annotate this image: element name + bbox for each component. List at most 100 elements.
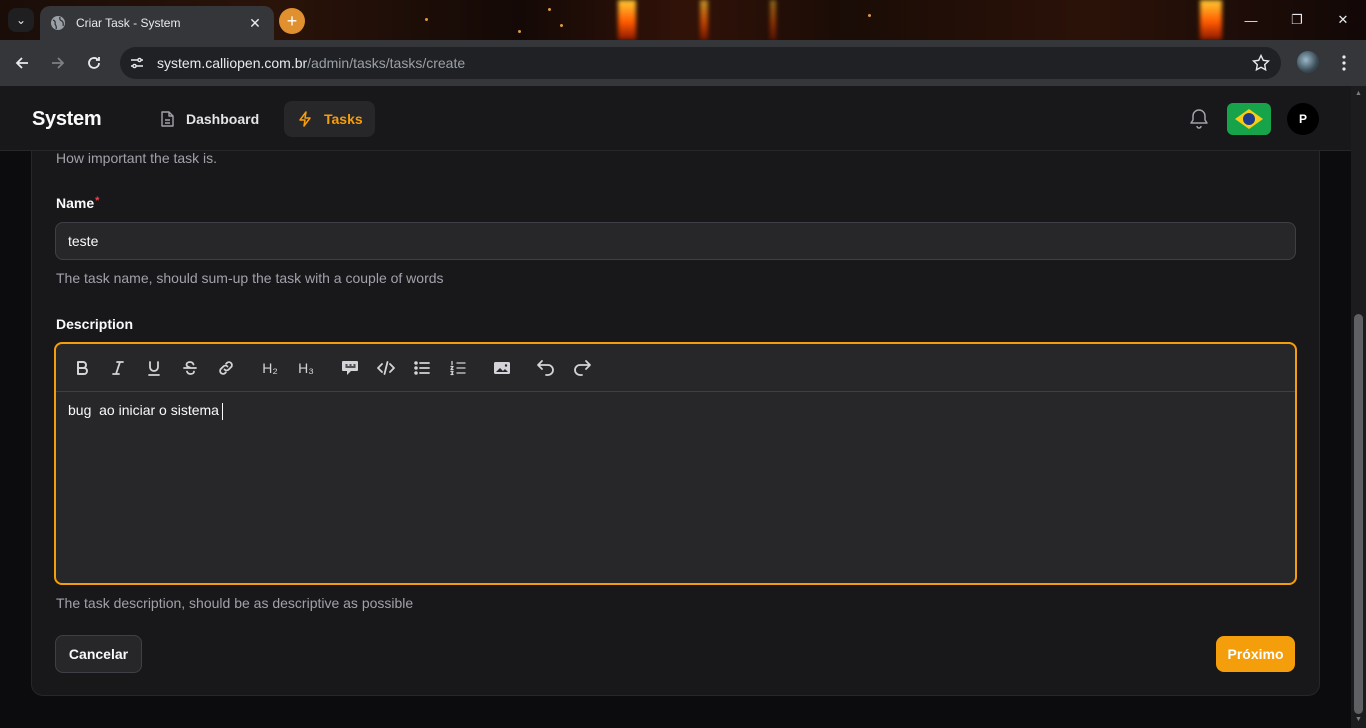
link-icon bbox=[219, 361, 233, 375]
redo-icon bbox=[574, 360, 591, 376]
required-mark: * bbox=[95, 195, 100, 207]
new-tab-button[interactable]: + bbox=[279, 8, 305, 34]
tab-search-button[interactable]: ⌄ bbox=[8, 8, 34, 32]
blockquote-icon bbox=[342, 361, 358, 375]
underline-icon bbox=[148, 361, 160, 376]
image-icon bbox=[494, 362, 510, 374]
browser-tab[interactable]: Criar Task - System ✕ bbox=[40, 6, 274, 40]
background-spark bbox=[548, 8, 551, 11]
editor-content[interactable]: bug ao iniciar o sistema bbox=[56, 392, 1295, 430]
link-button[interactable] bbox=[214, 356, 238, 380]
browser-profile-avatar[interactable] bbox=[1297, 51, 1319, 73]
restore-icon: ❐ bbox=[1291, 12, 1303, 27]
close-window-button[interactable]: ✕ bbox=[1320, 8, 1366, 32]
minimize-icon: — bbox=[1244, 12, 1258, 28]
redo-button[interactable] bbox=[570, 356, 594, 380]
nav-item-tasks[interactable]: Tasks bbox=[284, 101, 375, 137]
brazil-flag-icon bbox=[1235, 109, 1263, 129]
address-bar[interactable]: system.calliopen.com.br/admin/tasks/task… bbox=[120, 47, 1281, 79]
site-info-button[interactable] bbox=[125, 51, 149, 75]
undo-button[interactable] bbox=[534, 356, 558, 380]
flag-globe bbox=[1243, 113, 1255, 125]
bookmark-star-icon[interactable] bbox=[1251, 53, 1271, 73]
bolt-icon bbox=[299, 111, 311, 127]
heading-2-button[interactable]: H₂ bbox=[258, 356, 282, 380]
plus-icon: + bbox=[286, 10, 298, 31]
name-input-value: teste bbox=[68, 233, 99, 249]
restore-button[interactable]: ❐ bbox=[1274, 8, 1320, 32]
heading-3-button[interactable]: H₃ bbox=[294, 356, 318, 380]
forward-button[interactable] bbox=[46, 51, 70, 75]
language-switcher[interactable] bbox=[1227, 103, 1271, 135]
reload-button[interactable] bbox=[82, 51, 106, 75]
app-header: System Dashboard Tasks P bbox=[0, 86, 1351, 151]
next-button[interactable]: Próximo bbox=[1216, 636, 1295, 672]
arrow-right-icon bbox=[52, 57, 65, 69]
description-text: bug ao iniciar o sistema bbox=[68, 402, 219, 418]
code-icon bbox=[377, 361, 395, 375]
arrow-left-icon bbox=[15, 57, 28, 69]
nav-item-label: Tasks bbox=[324, 111, 363, 127]
tune-icon bbox=[131, 57, 143, 69]
background-flame bbox=[770, 0, 776, 40]
background-spark bbox=[518, 30, 521, 33]
page-scrollbar[interactable]: ▲ ▼ bbox=[1351, 86, 1366, 728]
reload-icon bbox=[88, 57, 100, 69]
description-helper-text: The task description, should be as descr… bbox=[56, 595, 414, 611]
more-vertical-icon bbox=[1342, 55, 1346, 71]
scroll-up-icon[interactable]: ▲ bbox=[1354, 90, 1363, 98]
bell-icon[interactable] bbox=[1187, 107, 1211, 131]
background-spark bbox=[868, 14, 871, 17]
name-input[interactable]: teste bbox=[55, 222, 1296, 260]
scroll-down-icon[interactable]: ▼ bbox=[1354, 716, 1363, 724]
close-icon[interactable]: ✕ bbox=[246, 15, 264, 32]
italic-button[interactable] bbox=[106, 356, 130, 380]
brand-logo[interactable]: System bbox=[32, 108, 102, 131]
bullet-list-button[interactable] bbox=[410, 356, 434, 380]
document-icon bbox=[161, 111, 174, 127]
nav-item-dashboard[interactable]: Dashboard bbox=[146, 101, 271, 137]
bold-button[interactable] bbox=[70, 356, 94, 380]
background-flame bbox=[700, 0, 708, 40]
browser-menu-button[interactable] bbox=[1334, 51, 1354, 75]
editor-toolbar: H₂ H₃ bbox=[56, 344, 1295, 392]
heading-2-icon: H₂ bbox=[262, 360, 278, 376]
page-viewport: How important the task is. Name* teste T… bbox=[0, 86, 1366, 728]
description-label: Description bbox=[56, 316, 134, 332]
minimize-button[interactable]: — bbox=[1228, 8, 1274, 32]
chevron-down-icon: ⌄ bbox=[15, 13, 27, 27]
description-editor[interactable]: H₂ H₃ bug ao iniciar o sistema bbox=[54, 342, 1297, 585]
url-path: /admin/tasks/tasks/create bbox=[307, 55, 466, 71]
undo-icon bbox=[537, 360, 554, 376]
bullet-list-icon bbox=[414, 361, 430, 375]
background-flame bbox=[618, 0, 636, 40]
globe-icon bbox=[51, 16, 65, 30]
cancel-button[interactable]: Cancelar bbox=[55, 635, 142, 673]
heading-3-icon: H₃ bbox=[298, 360, 314, 376]
background-flame bbox=[1200, 0, 1222, 40]
text-caret bbox=[221, 402, 223, 420]
nav-item-label: Dashboard bbox=[186, 111, 260, 127]
ordered-list-button[interactable] bbox=[446, 356, 470, 380]
priority-helper-text: How important the task is. bbox=[56, 150, 218, 166]
tab-title: Criar Task - System bbox=[76, 16, 181, 30]
italic-icon bbox=[112, 361, 124, 375]
strikethrough-icon bbox=[183, 361, 197, 375]
close-icon: ✕ bbox=[1337, 12, 1349, 27]
underline-button[interactable] bbox=[142, 356, 166, 380]
blockquote-button[interactable] bbox=[338, 356, 362, 380]
strikethrough-button[interactable] bbox=[178, 356, 202, 380]
user-avatar[interactable]: P bbox=[1287, 103, 1319, 135]
browser-tab-strip: ⌄ Criar Task - System ✕ + — ❐ ✕ bbox=[0, 0, 1366, 40]
code-button[interactable] bbox=[374, 356, 398, 380]
url-host: system.calliopen.com.br bbox=[157, 55, 308, 71]
back-button[interactable] bbox=[10, 51, 34, 75]
background-spark bbox=[425, 18, 428, 21]
background-spark bbox=[560, 24, 563, 27]
ordered-list-icon bbox=[450, 360, 466, 376]
name-helper-text: The task name, should sum-up the task wi… bbox=[56, 270, 444, 286]
scrollbar-thumb[interactable] bbox=[1354, 314, 1363, 714]
name-label: Name* bbox=[56, 195, 99, 211]
image-button[interactable] bbox=[490, 356, 514, 380]
browser-toolbar: system.calliopen.com.br/admin/tasks/task… bbox=[0, 40, 1366, 86]
